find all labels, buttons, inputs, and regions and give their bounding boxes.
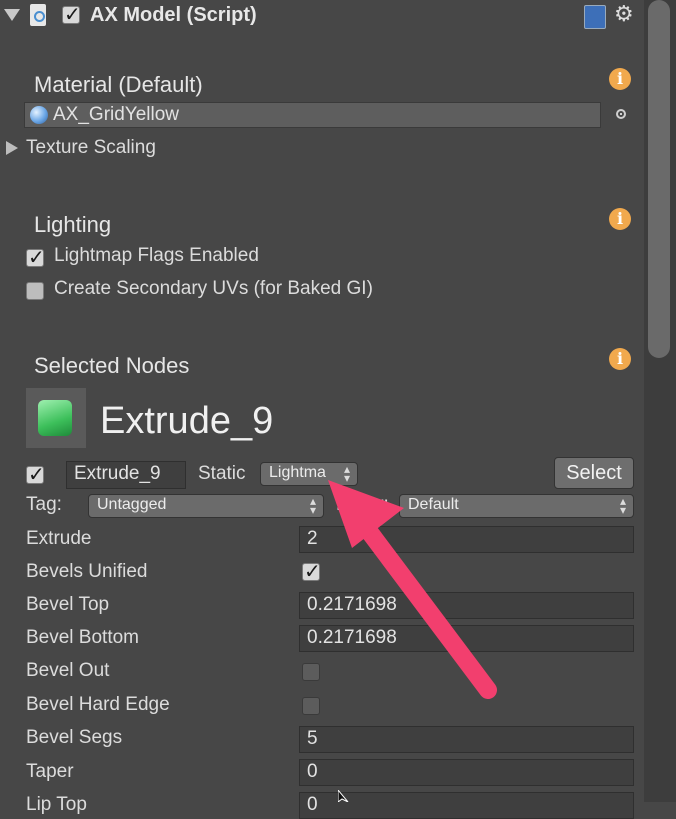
mouse-cursor-icon — [338, 790, 349, 802]
annotation-arrow-icon — [328, 480, 497, 699]
